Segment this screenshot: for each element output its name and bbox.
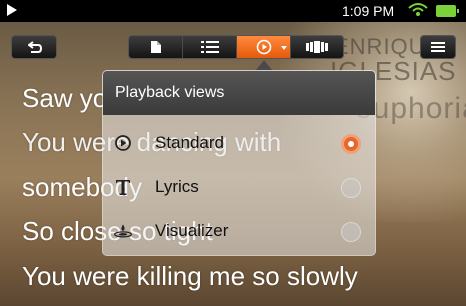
document-icon — [150, 41, 161, 53]
option-visualizer[interactable]: Visualizer — [103, 209, 375, 253]
battery-icon — [436, 5, 459, 17]
back-button[interactable] — [11, 35, 57, 59]
option-lyrics[interactable]: Lyrics — [103, 165, 375, 209]
option-label: Visualizer — [155, 221, 229, 240]
status-bar: 1:09 PM — [0, 0, 466, 22]
playback-views-popup: Playback views Standard Lyrics Visualize… — [102, 70, 376, 256]
standard-icon — [113, 133, 133, 153]
back-arrow-icon — [28, 41, 42, 53]
coverflow-icon — [306, 41, 328, 53]
radio-selected[interactable] — [341, 134, 361, 154]
play-status-icon — [7, 4, 17, 16]
coverflow-view-button[interactable] — [291, 36, 343, 58]
menu-button[interactable] — [420, 35, 456, 59]
file-view-button[interactable] — [129, 36, 183, 58]
clock: 1:09 PM — [342, 3, 395, 19]
popup-pointer — [256, 60, 272, 70]
visualizer-icon — [113, 221, 133, 241]
popup-title: Playback views — [103, 71, 375, 115]
option-standard[interactable]: Standard — [103, 121, 375, 165]
lyric-line: You were killing me so slowly — [22, 261, 358, 291]
list-view-button[interactable] — [183, 36, 237, 58]
chevron-down-icon — [281, 46, 287, 50]
lyrics-icon — [113, 177, 133, 197]
wifi-icon — [405, 2, 431, 18]
radio-unselected[interactable] — [341, 222, 361, 242]
list-icon — [200, 41, 219, 53]
play-circle-icon — [256, 39, 271, 55]
radio-unselected[interactable] — [341, 178, 361, 198]
option-label: Lyrics — [155, 177, 199, 196]
media-player-screen: 1:09 PM ENRIQUE IGLESIAS euphoria Saw yo… — [0, 0, 466, 306]
hamburger-menu-icon — [431, 42, 445, 52]
playback-view-button[interactable] — [237, 36, 291, 58]
option-label: Standard — [155, 133, 224, 152]
view-switcher — [128, 35, 344, 59]
